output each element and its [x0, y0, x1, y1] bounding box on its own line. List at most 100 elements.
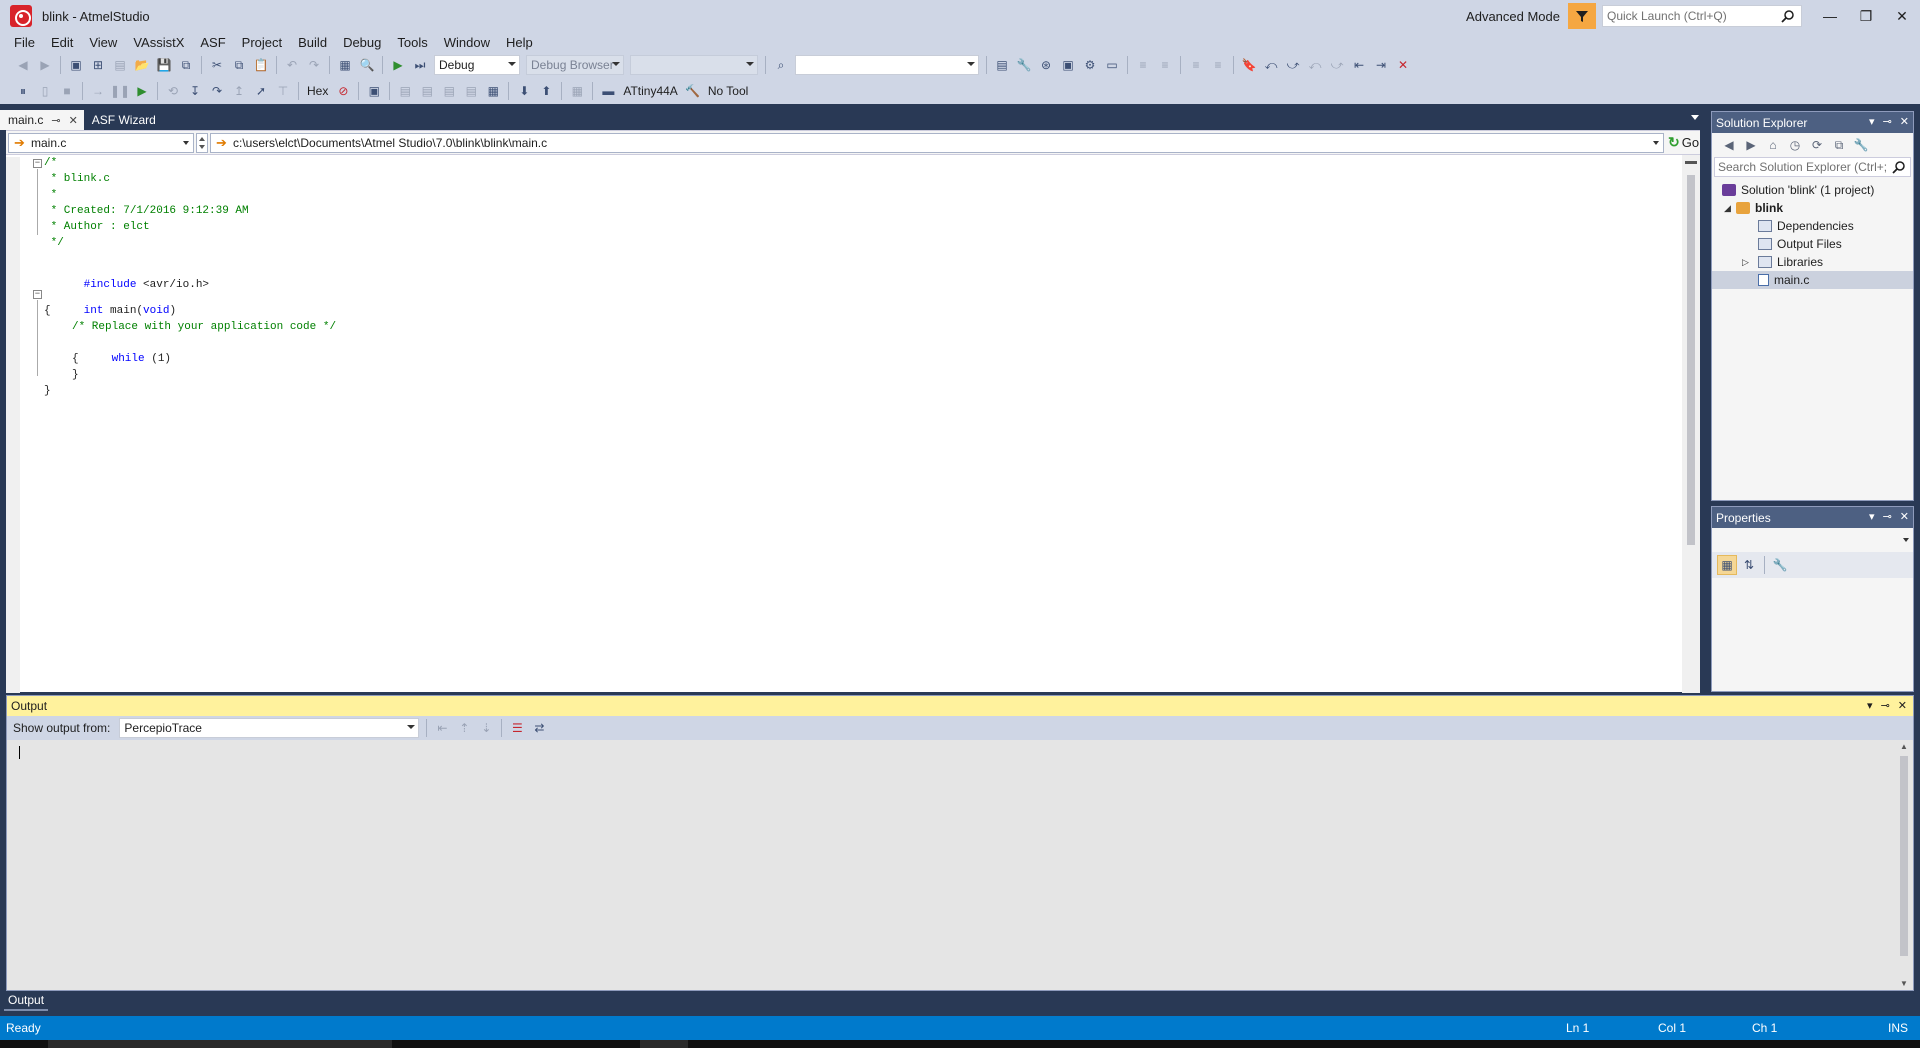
solution-search-input[interactable]: Search Solution Explorer (Ctrl+; [1714, 157, 1911, 177]
forward-icon[interactable]: ▶ [1741, 135, 1761, 155]
menu-edit[interactable]: Edit [43, 35, 81, 50]
scroll-thumb[interactable] [1687, 175, 1695, 545]
save-icon[interactable]: 💾 [154, 55, 174, 75]
open-file-icon[interactable]: 📂 [132, 55, 152, 75]
bookmark-icon[interactable]: 🔖 [1239, 55, 1259, 75]
attach-icon[interactable]: ▯ [35, 81, 55, 101]
outdent-icon[interactable]: ≡ [1155, 55, 1175, 75]
pin-icon[interactable]: ⊸ [1883, 115, 1892, 128]
sync-icon[interactable]: ⟳ [1807, 135, 1827, 155]
add-item-icon[interactable]: ⊞ [88, 55, 108, 75]
upload-icon[interactable]: ⬆ [536, 81, 556, 101]
scroll-up-icon[interactable]: ▲ [1900, 742, 1908, 751]
prev-bookmark-icon[interactable]: ⤺ [1261, 55, 1281, 75]
pin-icon[interactable]: ⊸ [51, 114, 60, 127]
copy-icon[interactable]: ⧉ [229, 55, 249, 75]
pause-icon[interactable]: ❚❚ [110, 81, 130, 101]
dropdown-icon[interactable]: ▾ [1869, 510, 1875, 523]
memory-icon[interactable]: ▤ [395, 81, 415, 101]
tab-overflow-icon[interactable] [1691, 115, 1699, 120]
add-existing-icon[interactable]: ▤ [110, 55, 130, 75]
save-all-icon[interactable]: ⧉ [176, 55, 196, 75]
scroll-down-icon[interactable]: ▼ [1900, 979, 1908, 988]
toolbox-icon[interactable]: ⊛ [1036, 55, 1056, 75]
tree-item-main-c[interactable]: main.c [1712, 271, 1913, 289]
stop-debugging-icon[interactable]: ■ [57, 81, 77, 101]
download-icon[interactable]: ⬇ [514, 81, 534, 101]
close-icon[interactable]: ✕ [1898, 699, 1907, 712]
collapse-icon[interactable]: − [33, 290, 42, 299]
debug-browser-select[interactable]: Debug Browser [526, 55, 624, 75]
history-icon[interactable]: ◷ [1785, 135, 1805, 155]
menu-debug[interactable]: Debug [335, 35, 389, 50]
wrench-icon[interactable]: 🔧 [1014, 55, 1034, 75]
undo-icon[interactable]: ↶ [282, 55, 302, 75]
expanded-icon[interactable]: ◢ [1724, 203, 1731, 214]
advanced-mode-label[interactable]: Advanced Mode [1466, 9, 1560, 24]
categorized-icon[interactable]: ▦ [1717, 555, 1737, 575]
forward-icon[interactable]: ▶ [35, 55, 55, 75]
step-out-icon[interactable]: ↥ [229, 81, 249, 101]
filter-icon[interactable] [1568, 3, 1596, 29]
output-text-area[interactable] [7, 740, 1895, 990]
cut-icon[interactable]: ✂ [207, 55, 227, 75]
back-icon[interactable]: ◀ [13, 55, 33, 75]
disassembly-icon[interactable]: ▦ [483, 81, 503, 101]
tree-item-output-files[interactable]: Output Files [1712, 235, 1913, 253]
menu-project[interactable]: Project [234, 35, 290, 50]
find-message-icon[interactable]: ⇤ [432, 718, 452, 738]
close-tab-icon[interactable]: ✕ [69, 114, 78, 127]
home-icon[interactable]: ⌂ [1763, 135, 1783, 155]
solution-explorer-icon[interactable]: ▤ [992, 55, 1012, 75]
close-icon[interactable]: ✕ [1900, 115, 1909, 128]
properties-object-select[interactable] [1714, 530, 1911, 550]
split-handle[interactable] [1685, 161, 1697, 164]
reset-icon[interactable]: ⟲ [163, 81, 183, 101]
configuration-select[interactable]: Debug [434, 55, 520, 75]
show-next-statement-icon[interactable]: → [88, 81, 108, 101]
file-path-select[interactable]: ➔ c:\users\elct\Documents\Atmel Studio\7… [210, 132, 1664, 153]
menu-help[interactable]: Help [498, 35, 541, 50]
collapsed-icon[interactable]: ▷ [1742, 257, 1749, 268]
find-in-files-icon[interactable]: ⌕ [771, 55, 791, 75]
collapse-all-icon[interactable]: ⧉ [1829, 135, 1849, 155]
dropdown-icon[interactable]: ▾ [1867, 699, 1873, 712]
collapse-icon[interactable]: − [33, 159, 42, 168]
menu-window[interactable]: Window [436, 35, 498, 50]
scope-spinner[interactable] [196, 132, 208, 153]
output-source-select[interactable]: PercepioTrace [119, 718, 420, 738]
pin-icon[interactable]: ⊸ [1883, 510, 1892, 523]
next-message-icon[interactable]: ⇣ [476, 718, 496, 738]
next-bookmark-folder-icon[interactable]: ⤻ [1327, 55, 1347, 75]
code-editor[interactable]: ➔ main.c ➔ c:\users\elct\Documents\Atmel… [6, 130, 1700, 693]
menu-build[interactable]: Build [290, 35, 335, 50]
go-button[interactable]: ↻ Go [1668, 134, 1699, 151]
run-to-cursor-icon[interactable]: ➚ [251, 81, 271, 101]
find-combo[interactable] [795, 55, 979, 75]
start-debugging-icon[interactable]: ▶ [388, 55, 408, 75]
continue-icon[interactable]: ▶ [132, 81, 152, 101]
extensions-icon[interactable]: ⚙ [1080, 55, 1100, 75]
menu-view[interactable]: View [81, 35, 125, 50]
dropdown-icon[interactable]: ▾ [1869, 115, 1875, 128]
properties-icon[interactable]: 🔧 [1851, 135, 1871, 155]
minimize-button[interactable]: — [1812, 0, 1848, 32]
prev-message-icon[interactable]: ⇡ [454, 718, 474, 738]
redo-icon[interactable]: ↷ [304, 55, 324, 75]
scroll-thumb[interactable] [1900, 756, 1908, 956]
next-bookmark-doc-icon[interactable]: ⇥ [1371, 55, 1391, 75]
tree-item-solution[interactable]: Solution 'blink' (1 project) [1712, 181, 1913, 199]
set-next-statement-icon[interactable]: ⊤ [273, 81, 293, 101]
step-over-icon[interactable]: ↷ [207, 81, 227, 101]
close-icon[interactable]: ✕ [1900, 510, 1909, 523]
output-vertical-scrollbar[interactable]: ▲ ▼ [1895, 740, 1913, 990]
processor-icon[interactable]: ▤ [461, 81, 481, 101]
back-icon[interactable]: ◀ [1719, 135, 1739, 155]
alphabetical-icon[interactable]: ⇅ [1739, 555, 1759, 575]
maximize-button[interactable]: ❐ [1848, 0, 1884, 32]
menu-tools[interactable]: Tools [389, 35, 435, 50]
tool-selector[interactable]: No Tool [708, 84, 748, 98]
menu-asf[interactable]: ASF [192, 35, 233, 50]
window-layout-icon[interactable]: ▭ [1102, 55, 1122, 75]
scope-select[interactable]: ➔ main.c [8, 132, 194, 153]
